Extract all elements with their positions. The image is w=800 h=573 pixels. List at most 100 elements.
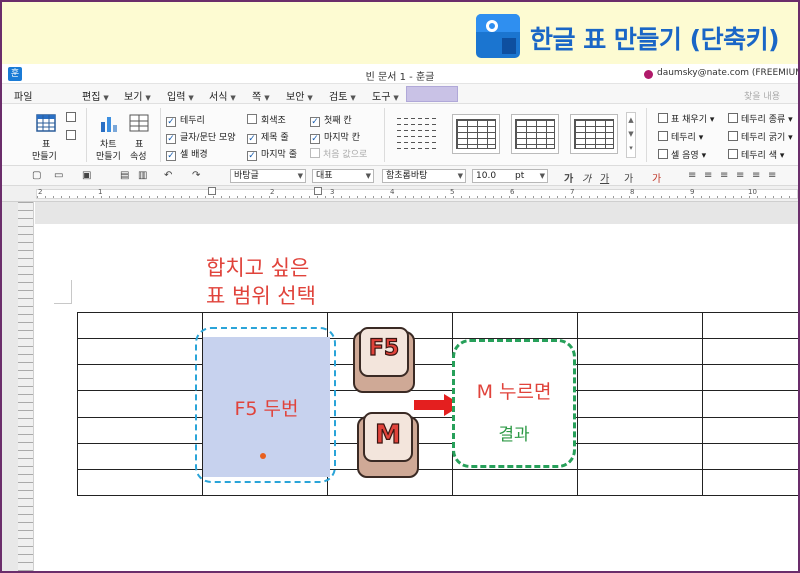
align-distribute-icon[interactable]: ≡ [752, 170, 760, 181]
menu-file[interactable]: 파일 [14, 88, 32, 103]
strike-button[interactable]: 가 [624, 170, 633, 185]
table-cell[interactable] [77, 338, 203, 366]
table-cell[interactable] [577, 338, 703, 366]
table-tools-tab-icon[interactable] [406, 86, 458, 102]
underline-button[interactable]: 가 [600, 170, 609, 185]
chart-button-sublabel[interactable]: 만들기 [96, 149, 121, 162]
border-button[interactable]: 테두리 ▾ [658, 130, 703, 143]
table-cell[interactable] [577, 390, 703, 418]
chart-icon[interactable] [98, 112, 120, 134]
table-edit-icon[interactable] [66, 112, 79, 124]
table-cell[interactable] [77, 311, 203, 340]
font-select[interactable]: 함초롬바탕 ▼ [382, 169, 466, 183]
table-cell[interactable] [77, 468, 203, 497]
language-select[interactable]: 대표 ▼ [312, 169, 374, 183]
table-cell[interactable] [577, 416, 703, 444]
check-header-row[interactable]: ✓ 제목 줄 [247, 130, 289, 144]
ruler-right-marker[interactable] [314, 187, 322, 195]
check-first-col[interactable]: ✓ 첫째 칸 [310, 113, 352, 127]
save-icon[interactable]: ▣ [82, 170, 91, 181]
office-logo-icon [476, 14, 520, 58]
table-cell[interactable] [577, 364, 703, 392]
print-icon[interactable]: ▤ [120, 170, 129, 181]
align-right-icon[interactable]: ≡ [736, 170, 744, 181]
vertical-ruler[interactable] [18, 202, 34, 571]
table-cell[interactable] [452, 468, 578, 497]
user-avatar-icon[interactable] [644, 70, 653, 79]
reset-default-button[interactable]: 처음 값으로 [310, 147, 367, 160]
table-cell[interactable] [702, 416, 798, 444]
open-folder-icon[interactable]: ▭ [54, 170, 63, 181]
italic-button[interactable]: 가 [582, 170, 591, 185]
check-border[interactable]: ✓ 테두리 [166, 113, 205, 127]
table-cell[interactable] [77, 442, 203, 470]
table-style-preview-4[interactable] [570, 114, 618, 154]
undo-icon[interactable]: ↶ [164, 170, 172, 181]
border-color-button[interactable]: 테두리 색 ▾ [728, 148, 784, 161]
ruler-number: 9 [690, 188, 695, 196]
horizontal-ruler[interactable]: 2 1 2 3 4 5 6 7 8 9 10 [2, 186, 798, 202]
border-type-button[interactable]: 테두리 종류 ▾ [728, 112, 793, 125]
border-weight-button[interactable]: 테두리 굵기 ▾ [728, 130, 793, 143]
table-cell[interactable] [577, 442, 703, 470]
ruler-number: 7 [570, 188, 575, 196]
table-style-preview-3[interactable] [511, 114, 559, 154]
banner-title: 한글 표 만들기 (단축키) [530, 20, 780, 56]
check-last-col[interactable]: ✓ 마지막 칸 [310, 130, 360, 144]
table-cell[interactable] [77, 364, 203, 392]
font-size-input[interactable]: 10.0 pt ▼ [472, 169, 548, 183]
check-char-para[interactable]: ✓ 글자/문단 모양 [166, 130, 236, 144]
table-cell[interactable] [702, 468, 798, 497]
table-cell[interactable] [77, 416, 203, 444]
table-cell[interactable] [702, 338, 798, 366]
check-cell-bg[interactable]: ✓ 셀 배경 [166, 147, 208, 161]
banner-title-main: 한글 표 만들기 [530, 25, 682, 54]
table-style-preview-1[interactable] [394, 114, 442, 154]
menu-tools[interactable]: 도구 ▼ [372, 88, 399, 103]
table-cell[interactable] [452, 311, 578, 340]
ruler-indent-marker[interactable] [208, 187, 216, 195]
search-input[interactable]: 찾을 내용 [744, 89, 780, 102]
cursor-dot [260, 453, 266, 459]
check-last-row[interactable]: ✓ 마지막 줄 [247, 147, 297, 161]
align-left-icon[interactable]: ≡ [704, 170, 712, 181]
table-cell[interactable] [702, 390, 798, 418]
menu-format[interactable]: 서식 ▼ [209, 88, 236, 103]
user-email[interactable]: daumsky@nate.com (FREEMIUM) [657, 68, 798, 78]
table-cell[interactable] [702, 311, 798, 340]
font-color-button[interactable]: 가 [652, 170, 661, 185]
menu-review[interactable]: 검토 ▼ [329, 88, 356, 103]
table-button-sublabel[interactable]: 만들기 [32, 149, 57, 162]
result-line-1: M 누르면 [476, 381, 552, 403]
table-style-preview-2[interactable] [452, 114, 500, 154]
align-center-icon[interactable]: ≡ [720, 170, 728, 181]
table-properties-icon[interactable] [128, 112, 150, 134]
align-justify-icon[interactable]: ≡ [688, 170, 696, 181]
table-cell[interactable] [702, 364, 798, 392]
table-props-sublabel[interactable]: 속성 [130, 149, 147, 162]
cell-shade-button[interactable]: 셀 음영 ▾ [658, 148, 706, 161]
style-select[interactable]: 바탕글 ▼ [230, 169, 306, 183]
bold-button[interactable]: 가 [564, 170, 573, 185]
table-cell[interactable] [577, 311, 703, 340]
menu-security[interactable]: 보안 ▼ [286, 88, 313, 103]
menu-view[interactable]: 보기 ▼ [124, 88, 151, 103]
format-toolbar: ▢ ▭ ▣ ▤ ▥ ↶ ↷ 바탕글 ▼ 대표 ▼ 함초롬바탕 ▼ 10.0 pt ▼ 가 … [2, 166, 798, 186]
table-create-icon[interactable] [35, 112, 57, 134]
table-fill-button[interactable]: 표 채우기 ▾ [658, 112, 714, 125]
redo-icon[interactable]: ↷ [192, 170, 200, 181]
table-cell[interactable] [702, 442, 798, 470]
table-row [77, 311, 798, 340]
preview-icon[interactable]: ▥ [138, 170, 147, 181]
table-cell[interactable] [577, 468, 703, 497]
menu-insert[interactable]: 입력 ▼ [167, 88, 194, 103]
table-row [77, 442, 798, 470]
check-grayscale[interactable]: 회색조 [247, 113, 286, 126]
table-draw-icon[interactable] [66, 130, 79, 142]
menu-edit[interactable]: 편집 ▼ [82, 88, 109, 103]
style-scroll[interactable]: ▲ ▼ ▾ [626, 112, 636, 158]
table-cell[interactable] [77, 390, 203, 418]
align-split-icon[interactable]: ≡ [768, 170, 776, 181]
menu-page[interactable]: 쪽 ▼ [252, 88, 270, 103]
new-doc-icon[interactable]: ▢ [32, 170, 41, 181]
